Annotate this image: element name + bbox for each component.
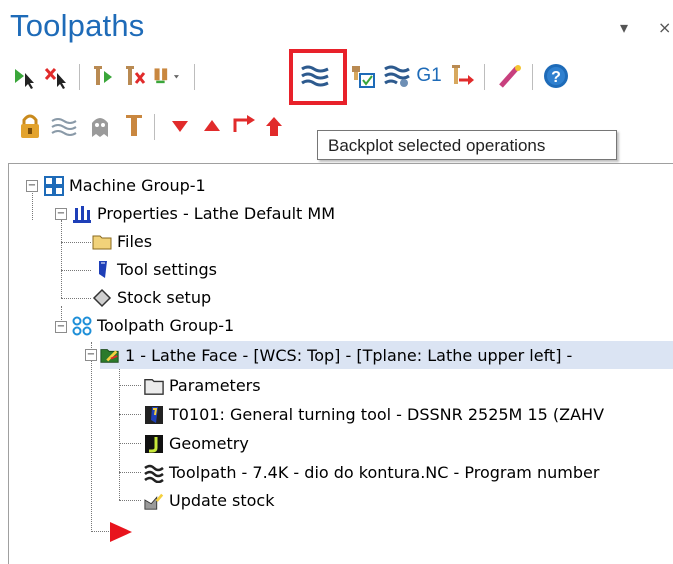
- g1-post-icon[interactable]: G1: [413, 58, 445, 94]
- tree-item-files[interactable]: Files: [92, 228, 152, 255]
- backplot-tooltip: Backplot selected operations: [317, 130, 617, 160]
- collapse-toolpath-group-button[interactable]: −: [55, 321, 67, 333]
- simulate-icon[interactable]: [381, 58, 413, 94]
- tree-item-tool-settings[interactable]: Tool settings: [92, 256, 217, 283]
- hide-icon[interactable]: [84, 108, 116, 144]
- insert-arrow-icon[interactable]: [228, 108, 260, 144]
- highfeed-icon[interactable]: [494, 58, 526, 94]
- tree-item-geometry[interactable]: Geometry: [144, 430, 249, 457]
- tree-item-update-stock[interactable]: Update stock: [144, 487, 275, 514]
- collapse-machine-group-button[interactable]: −: [26, 180, 38, 192]
- collapse-properties-button[interactable]: −: [55, 208, 67, 220]
- help-icon[interactable]: ?: [540, 58, 572, 94]
- operation-folder-icon: [100, 345, 120, 365]
- tree-label: Properties - Lathe Default MM: [97, 204, 336, 223]
- deselect-all-operations-icon[interactable]: [42, 58, 74, 94]
- verify-selected-operations-icon[interactable]: [347, 58, 379, 94]
- tree-label: Machine Group-1: [69, 176, 206, 195]
- tree-label: Tool settings: [117, 260, 217, 279]
- machine-group-icon: [44, 175, 64, 196]
- regenerate-selected-icon[interactable]: [88, 58, 120, 94]
- parameters-folder-icon: [144, 376, 164, 396]
- disable-icon[interactable]: [118, 108, 150, 144]
- tree-item-toolpath-nc[interactable]: Toolpath - 7.4K - dio do kontura.NC - Pr…: [144, 459, 599, 486]
- tree-item-parameters[interactable]: Parameters: [144, 372, 261, 399]
- post-selected-operations-icon[interactable]: [446, 58, 478, 94]
- panel-title: Toolpaths: [10, 8, 145, 43]
- tree-label: Parameters: [169, 376, 261, 395]
- move-to-top-icon[interactable]: [258, 108, 290, 144]
- tree-label: 1 - Lathe Face - [WCS: Top] - [Tplane: L…: [125, 345, 573, 365]
- svg-text:?: ?: [551, 69, 561, 86]
- move-down-icon[interactable]: [164, 108, 196, 144]
- g1-label: G1: [416, 65, 442, 86]
- backplot-highlight-box: [289, 49, 347, 105]
- tree-label: Toolpath Group-1: [97, 316, 235, 335]
- geometry-icon: [144, 434, 164, 454]
- tree-item-operation-lathe-face[interactable]: 1 - Lathe Face - [WCS: Top] - [Tplane: L…: [100, 341, 673, 369]
- update-stock-icon: [144, 491, 164, 511]
- tool-settings-icon: [92, 260, 112, 280]
- tree-item-properties[interactable]: Properties - Lathe Default MM: [72, 200, 335, 227]
- folder-icon: [92, 232, 112, 252]
- properties-icon: [72, 204, 92, 224]
- regenerate-dirty-icon[interactable]: [120, 58, 152, 94]
- toolpath-icon: [144, 463, 164, 483]
- tree-label: Geometry: [169, 434, 249, 453]
- toggle-operations-icon[interactable]: [152, 58, 184, 94]
- tool-icon: [144, 405, 164, 425]
- insert-position-arrow-icon[interactable]: [108, 521, 134, 547]
- select-all-operations-icon[interactable]: [10, 58, 42, 94]
- lock-icon[interactable]: [14, 108, 46, 144]
- collapse-operation-button[interactable]: −: [85, 349, 97, 361]
- tree-label: T0101: General turning tool - DSSNR 2525…: [169, 405, 605, 424]
- tree-item-machine-group[interactable]: Machine Group-1: [44, 172, 206, 199]
- panel-close-icon[interactable]: ×: [658, 18, 671, 37]
- stock-setup-icon: [92, 288, 112, 308]
- tree-label: Files: [117, 232, 153, 251]
- tree-label: Toolpath - 7.4K - dio do kontura.NC - Pr…: [169, 463, 600, 482]
- tree-label: Stock setup: [117, 288, 212, 307]
- tree-item-tool[interactable]: T0101: General turning tool - DSSNR 2525…: [144, 401, 604, 428]
- toolpath-display-icon[interactable]: [48, 108, 80, 144]
- toolpath-group-icon: [72, 316, 92, 336]
- panel-menu-dropdown-icon[interactable]: ▾: [620, 18, 628, 37]
- tree-item-toolpath-group[interactable]: Toolpath Group-1: [72, 312, 234, 339]
- tree-label: Update stock: [169, 491, 275, 510]
- tree-item-stock-setup[interactable]: Stock setup: [92, 284, 211, 311]
- move-up-icon[interactable]: [196, 108, 228, 144]
